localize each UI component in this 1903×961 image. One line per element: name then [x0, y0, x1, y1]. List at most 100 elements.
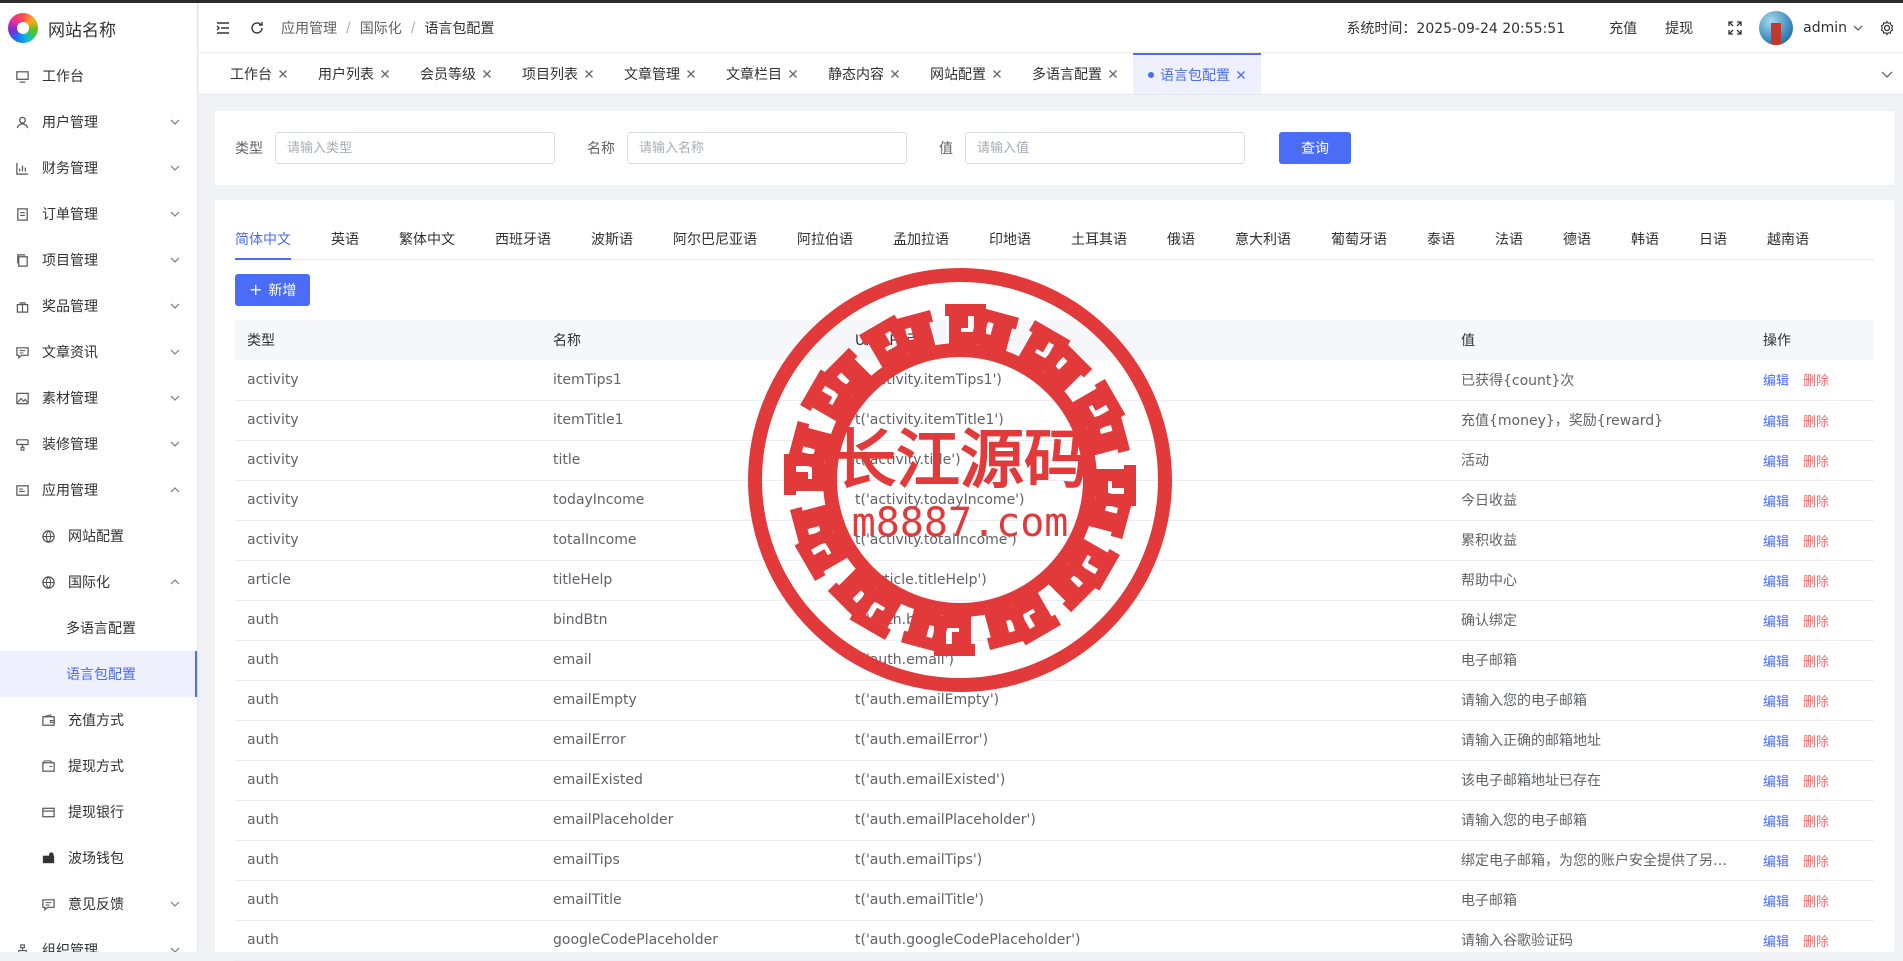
language-tab-14[interactable]: 法语	[1495, 229, 1523, 259]
tag-2[interactable]: 会员等级	[405, 53, 507, 94]
language-tab-12[interactable]: 葡萄牙语	[1331, 229, 1387, 259]
sidebar-item-6[interactable]: 文章资讯	[0, 329, 197, 375]
tag-4[interactable]: 文章管理	[609, 53, 711, 94]
type-input[interactable]	[275, 132, 555, 164]
delete-button[interactable]: 删除	[1803, 935, 1829, 950]
language-tab-17[interactable]: 日语	[1699, 229, 1727, 259]
breadcrumb-item[interactable]: 国际化	[360, 18, 402, 38]
sidebar-item-7[interactable]: 素材管理	[0, 375, 197, 421]
tag-3[interactable]: 项目列表	[507, 53, 609, 94]
add-button[interactable]: + 新增	[235, 274, 311, 306]
withdraw-link[interactable]: 提现	[1665, 18, 1693, 38]
close-icon[interactable]	[890, 69, 900, 79]
logo[interactable]: 网站名称	[0, 3, 197, 53]
language-tab-15[interactable]: 德语	[1563, 229, 1591, 259]
sidebar-item-3[interactable]: 订单管理	[0, 191, 197, 237]
edit-button[interactable]: 编辑	[1763, 735, 1789, 750]
language-tab-13[interactable]: 泰语	[1427, 229, 1455, 259]
edit-button[interactable]: 编辑	[1763, 374, 1789, 389]
sidebar-item-8[interactable]: 装修管理	[0, 421, 197, 467]
sidebar-item-15[interactable]: 提现方式	[0, 743, 197, 789]
edit-button[interactable]: 编辑	[1763, 815, 1789, 830]
sidebar-item-14[interactable]: 充值方式	[0, 697, 197, 743]
tag-6[interactable]: 静态内容	[813, 53, 915, 94]
delete-button[interactable]: 删除	[1803, 775, 1829, 790]
sidebar-item-5[interactable]: 奖品管理	[0, 283, 197, 329]
delete-button[interactable]: 删除	[1803, 655, 1829, 670]
delete-button[interactable]: 删除	[1803, 455, 1829, 470]
edit-button[interactable]: 编辑	[1763, 855, 1789, 870]
sidebar-item-2[interactable]: 财务管理	[0, 145, 197, 191]
language-tab-3[interactable]: 西班牙语	[495, 229, 551, 259]
refresh-icon[interactable]	[249, 20, 265, 36]
delete-button[interactable]: 删除	[1803, 535, 1829, 550]
tag-5[interactable]: 文章栏目	[711, 53, 813, 94]
language-tab-0[interactable]: 简体中文	[235, 229, 291, 260]
query-button[interactable]: 查询	[1279, 132, 1351, 164]
language-tab-11[interactable]: 意大利语	[1235, 229, 1291, 259]
delete-button[interactable]: 删除	[1803, 735, 1829, 750]
language-tab-4[interactable]: 波斯语	[591, 229, 633, 259]
name-input[interactable]	[627, 132, 907, 164]
close-icon[interactable]	[482, 69, 492, 79]
edit-button[interactable]: 编辑	[1763, 455, 1789, 470]
value-input[interactable]	[965, 132, 1245, 164]
sidebar-item-13[interactable]: 语言包配置	[0, 651, 197, 697]
language-tab-7[interactable]: 孟加拉语	[893, 229, 949, 259]
delete-button[interactable]: 删除	[1803, 575, 1829, 590]
delete-button[interactable]: 删除	[1803, 415, 1829, 430]
tag-7[interactable]: 网站配置	[915, 53, 1017, 94]
tag-0[interactable]: 工作台	[215, 53, 303, 94]
close-icon[interactable]	[992, 69, 1002, 79]
language-tab-2[interactable]: 繁体中文	[399, 229, 455, 259]
chevron-down-icon[interactable]	[1881, 68, 1893, 80]
settings-gear-icon[interactable]	[1879, 20, 1895, 36]
delete-button[interactable]: 删除	[1803, 615, 1829, 630]
delete-button[interactable]: 删除	[1803, 815, 1829, 830]
language-tab-18[interactable]: 越南语	[1767, 229, 1809, 259]
language-tab-5[interactable]: 阿尔巴尼亚语	[673, 229, 757, 259]
language-tab-1[interactable]: 英语	[331, 229, 359, 259]
edit-button[interactable]: 编辑	[1763, 575, 1789, 590]
user-name[interactable]: admin	[1803, 20, 1847, 36]
language-tab-8[interactable]: 印地语	[989, 229, 1031, 259]
edit-button[interactable]: 编辑	[1763, 415, 1789, 430]
menu-fold-icon[interactable]	[215, 20, 231, 36]
edit-button[interactable]: 编辑	[1763, 495, 1789, 510]
close-icon[interactable]	[1108, 69, 1118, 79]
close-icon[interactable]	[788, 69, 798, 79]
sidebar-item-4[interactable]: 项目管理	[0, 237, 197, 283]
delete-button[interactable]: 删除	[1803, 495, 1829, 510]
edit-button[interactable]: 编辑	[1763, 895, 1789, 910]
delete-button[interactable]: 删除	[1803, 695, 1829, 710]
sidebar-item-1[interactable]: 用户管理	[0, 99, 197, 145]
sidebar-item-12[interactable]: 多语言配置	[0, 605, 197, 651]
sidebar-item-10[interactable]: 网站配置	[0, 513, 197, 559]
sidebar-item-19[interactable]: 组织管理	[0, 927, 197, 952]
sidebar-item-0[interactable]: 工作台	[0, 53, 197, 99]
fullscreen-icon[interactable]	[1727, 20, 1743, 36]
sidebar-item-11[interactable]: 国际化	[0, 559, 197, 605]
breadcrumb-item[interactable]: 应用管理	[281, 18, 337, 38]
delete-button[interactable]: 删除	[1803, 855, 1829, 870]
recharge-link[interactable]: 充值	[1609, 18, 1637, 38]
language-tab-16[interactable]: 韩语	[1631, 229, 1659, 259]
sidebar-item-18[interactable]: 意见反馈	[0, 881, 197, 927]
edit-button[interactable]: 编辑	[1763, 535, 1789, 550]
avatar[interactable]	[1759, 11, 1794, 45]
edit-button[interactable]: 编辑	[1763, 615, 1789, 630]
close-icon[interactable]	[584, 69, 594, 79]
tag-9[interactable]: 语言包配置	[1133, 53, 1261, 94]
edit-button[interactable]: 编辑	[1763, 655, 1789, 670]
close-icon[interactable]	[380, 69, 390, 79]
edit-button[interactable]: 编辑	[1763, 775, 1789, 790]
delete-button[interactable]: 删除	[1803, 895, 1829, 910]
close-icon[interactable]	[278, 69, 288, 79]
edit-button[interactable]: 编辑	[1763, 935, 1789, 950]
tag-1[interactable]: 用户列表	[303, 53, 405, 94]
sidebar-item-17[interactable]: 波场钱包	[0, 835, 197, 881]
language-tab-9[interactable]: 土耳其语	[1071, 229, 1127, 259]
language-tab-6[interactable]: 阿拉伯语	[797, 229, 853, 259]
chevron-down-icon[interactable]	[1853, 23, 1863, 33]
close-icon[interactable]	[1236, 70, 1246, 80]
